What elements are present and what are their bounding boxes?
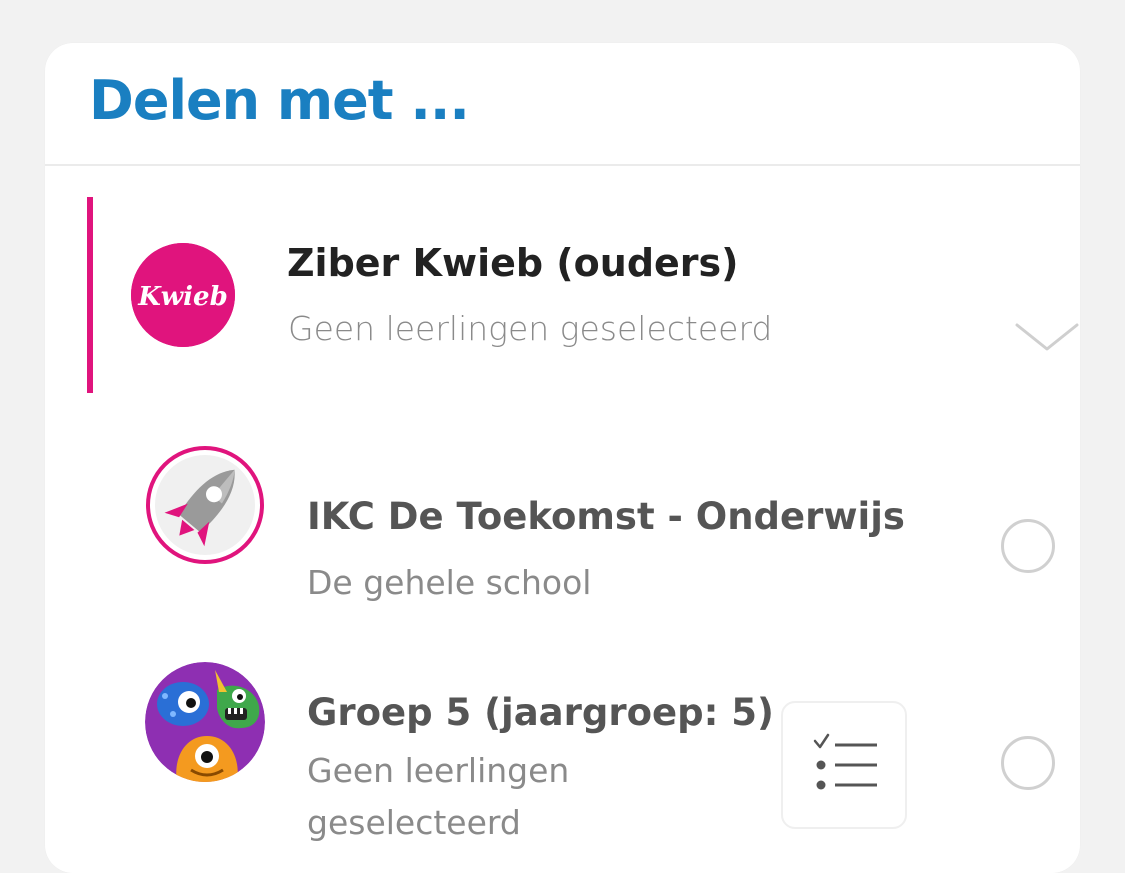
dialog-title: Delen met ... [89,69,470,132]
chevron-down-icon[interactable] [1015,321,1079,357]
dialog-header: Delen met ... [45,43,1080,166]
select-students-button[interactable] [781,701,907,829]
selected-accent-bar [87,197,93,393]
share-dialog: Delen met ... Kwieb Ziber Kwieb (ouders)… [45,43,1080,873]
checklist-icon [813,733,877,790]
parent-group-name: Ziber Kwieb (ouders) [287,241,739,285]
item-subtitle: Geen leerlingen geselecteerd [307,751,570,842]
item-name: Groep 5 (jaargroep: 5) [307,691,774,734]
monsters-avatar [145,662,265,782]
select-radio[interactable] [1001,736,1055,790]
parent-group-subtitle: Geen leerlingen geselecteerd [288,309,773,348]
svg-text:Kwieb: Kwieb [137,282,228,312]
list-item[interactable]: Groep 5 (jaargroep: 5) Geen leerlingen g… [141,657,1080,857]
select-radio[interactable] [1001,519,1055,573]
kwieb-logo: Kwieb [131,243,235,347]
list-item[interactable]: IKC De Toekomst - Onderwijs De gehele sc… [141,437,1080,602]
item-name: IKC De Toekomst - Onderwijs [307,495,905,538]
item-subtitle: De gehele school [307,563,592,602]
rocket-avatar [145,445,265,565]
parent-group-row[interactable]: Kwieb Ziber Kwieb (ouders) Geen leerling… [87,197,1080,393]
